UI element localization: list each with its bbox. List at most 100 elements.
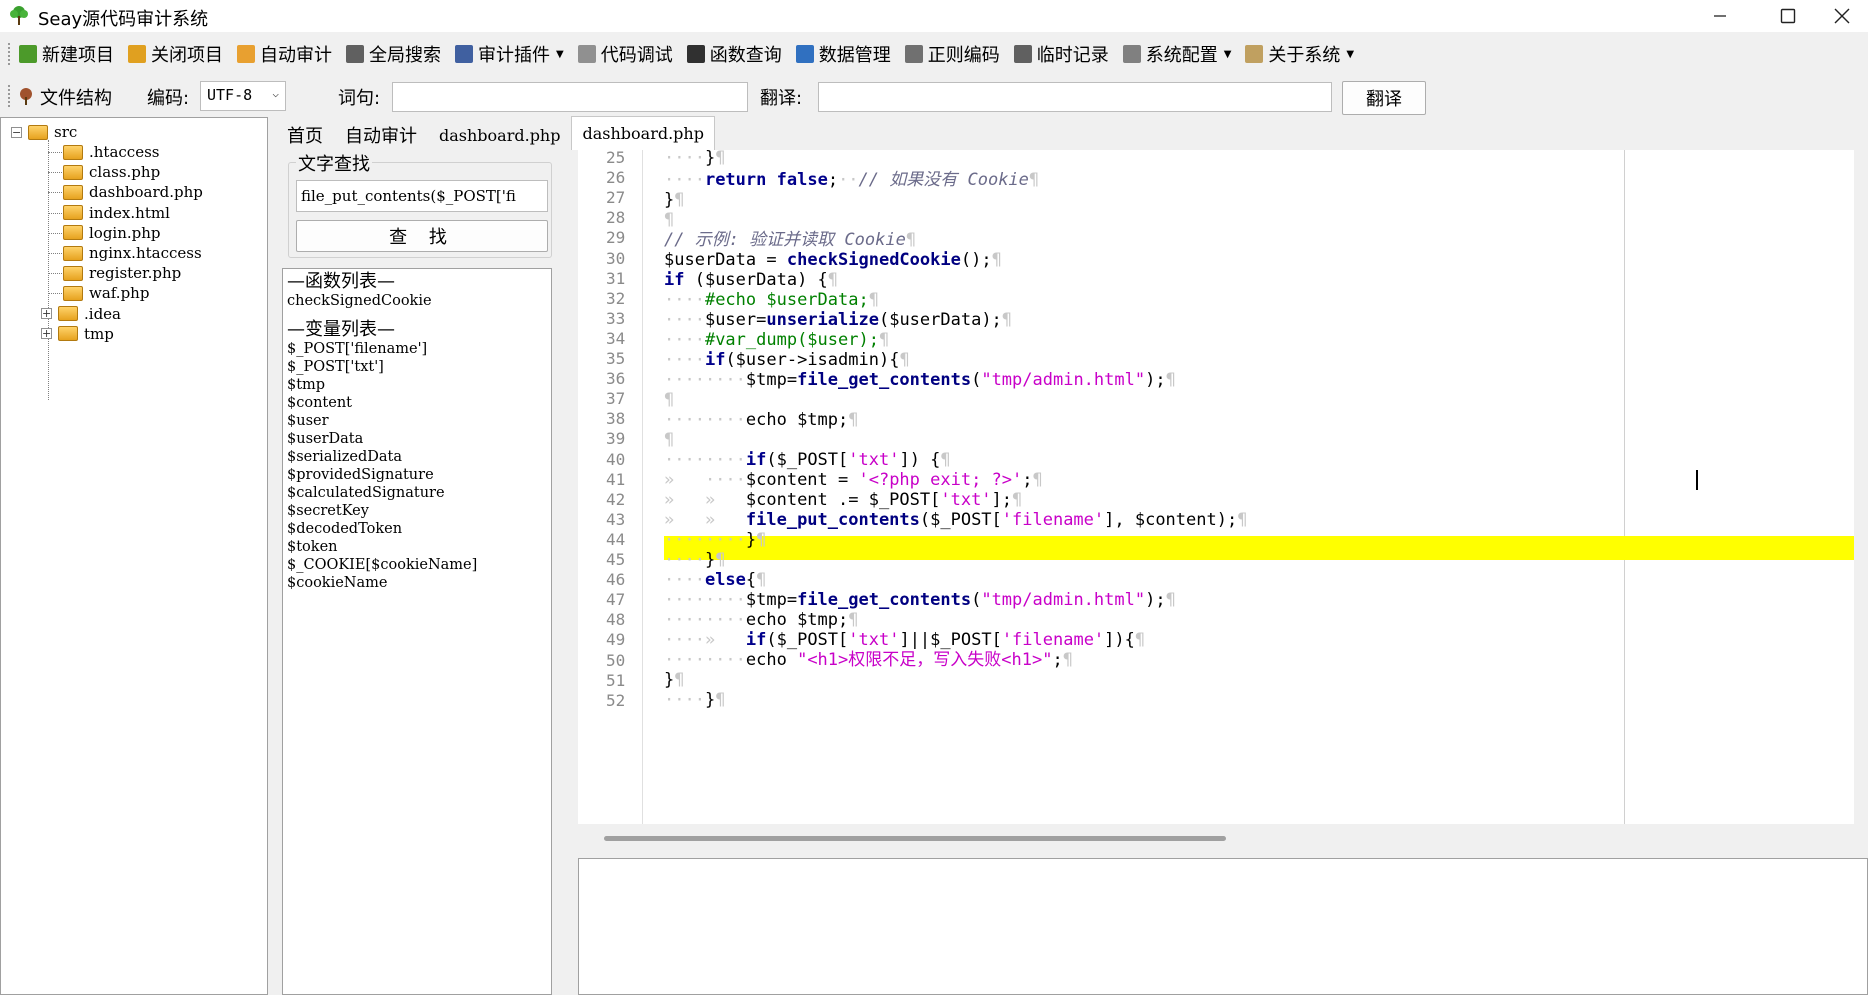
toolbar-button-7[interactable]: 数据管理 (795, 41, 891, 67)
symbol-list[interactable]: —函数列表— checkSignedCookie —变量列表— $_POST['… (282, 268, 552, 995)
folder-icon (63, 205, 83, 221)
variable-item[interactable]: $_POST['txt'] (287, 358, 547, 376)
dropdown-arrow-icon[interactable]: ▼ (1224, 49, 1232, 60)
line-number: 45 (606, 550, 626, 569)
toolbar-button-6[interactable]: 函数查询 (686, 41, 782, 67)
scrollbar-thumb[interactable] (604, 836, 1226, 841)
highlighted-line (664, 536, 1854, 560)
line-number: 51 (606, 670, 626, 690)
line-number: 36 (606, 369, 626, 389)
line-number: 39 (606, 429, 626, 449)
translate-button[interactable]: 翻译 (1342, 81, 1426, 115)
variable-item[interactable]: $serializedData (287, 448, 547, 466)
toolbar-button-8[interactable]: 正则编码 (904, 41, 1000, 67)
code-editor[interactable]: 25 26 27 28 29 30 31 32 33 34 35 36 37 38 39 40 41 42 43 44… (578, 150, 1854, 824)
variable-item[interactable]: $user (287, 412, 547, 430)
variable-item[interactable]: $token (287, 538, 547, 556)
secondary-toolbar: 文件结构 编码: UTF-8 ⌵ 词句: 翻译: 翻译 (0, 76, 1868, 116)
file-tree: − src .htaccess class.php dashboard.php ind… (0, 117, 268, 995)
horizontal-scrollbar[interactable] (578, 824, 1854, 854)
toolbar-button-3[interactable]: 全局搜索 (346, 41, 441, 67)
close-icon (1834, 8, 1850, 24)
expand-icon[interactable]: + (41, 308, 52, 320)
dropdown-arrow-icon[interactable]: ▼ (1346, 49, 1354, 60)
encoding-value: UTF-8 (207, 86, 253, 104)
expand-icon[interactable]: + (41, 328, 52, 340)
tab-0[interactable]: 首页 (276, 119, 334, 150)
toolbar-button-1[interactable]: 关闭项目 (128, 41, 223, 67)
tree-connector (48, 273, 62, 275)
output-panel[interactable] (578, 858, 1868, 995)
tree-connector (48, 192, 62, 194)
translate-label: 翻译: (760, 88, 803, 109)
translate-input[interactable] (818, 82, 1332, 112)
new-project-icon (19, 45, 37, 63)
close-window-button[interactable] (1816, 0, 1868, 32)
tree-node-label: class.php (89, 163, 161, 182)
variable-item[interactable]: $calculatedSignature (287, 484, 547, 502)
toolbar-button-0[interactable]: 新建项目 (19, 41, 114, 67)
tab-2[interactable]: dashboard.php (428, 119, 571, 150)
line-number: 26 (606, 168, 626, 188)
file-structure-label[interactable]: 文件结构 (40, 84, 112, 110)
toolbar-button-label: 系统配置 (1145, 45, 1218, 66)
tree-icon (20, 88, 32, 105)
code-string: "<h1>权限不足，写入失败<h1>" (797, 650, 1053, 670)
right-margin-guide (1624, 150, 1625, 824)
line-number: 50 (606, 650, 626, 670)
dropdown-arrow-icon[interactable]: ▼ (556, 49, 564, 60)
line-number: 38 (606, 409, 626, 429)
tab-3[interactable]: dashboard.php (571, 116, 715, 150)
line-number: 33 (606, 308, 626, 328)
toolbar-button-2[interactable]: 自动审计 (237, 41, 332, 67)
code-line: ····}¶ (664, 150, 726, 168)
code-line: ········echo $tmp;¶ (664, 410, 859, 430)
variable-item[interactable]: $providedSignature (287, 466, 547, 484)
main-toolbar: 新建项目 关闭项目 自动审计 全局搜索 审计插件 ▼ 代码调试 函数查询 数据管理 正则编码 临时记… (0, 36, 1868, 72)
tab-1[interactable]: 自动审计 (334, 119, 428, 150)
folder-icon (63, 144, 83, 160)
toolbar-grip[interactable] (8, 85, 13, 107)
maximize-button[interactable] (1758, 0, 1818, 32)
toolbar-button-9[interactable]: 临时记录 (1013, 41, 1109, 67)
function-item[interactable]: checkSignedCookie (287, 292, 547, 310)
variable-item[interactable]: $decodedToken (287, 520, 547, 538)
toolbar-button-5[interactable]: 代码调试 (577, 41, 673, 67)
auto-audit-icon (237, 45, 255, 63)
toolbar-button-4[interactable]: 审计插件 ▼ (455, 41, 564, 67)
search-input[interactable]: file_put_contents($_POST['fi (296, 180, 548, 212)
variable-item[interactable]: $_COOKIE[$cookieName] (287, 556, 547, 574)
variable-item[interactable]: $cookieName (287, 574, 547, 592)
toolbar-button-11[interactable]: 关于系统 ▼ (1245, 41, 1354, 67)
variable-item[interactable]: $tmp (287, 376, 547, 394)
tree-node-folder[interactable]: + tmp (41, 322, 114, 346)
tree-node-label: login.php (89, 223, 161, 242)
encoding-select[interactable]: UTF-8 ⌵ (200, 81, 286, 111)
variable-item[interactable]: $userData (287, 430, 547, 448)
toolbar-button-label: 关于系统 (1268, 45, 1341, 66)
word-input[interactable] (392, 82, 748, 112)
find-button[interactable]: 查 找 (296, 220, 548, 252)
line-number: 29 (606, 228, 626, 248)
text-search-panel: 文字查找 file_put_contents($_POST['fi 查 找 (282, 150, 554, 258)
line-number: 52 (606, 690, 626, 710)
line-number: 40 (606, 449, 626, 469)
plugin-icon (455, 45, 473, 63)
line-number: 34 (606, 328, 626, 348)
window-title: Seay源代码审计系统 (38, 9, 209, 30)
variable-item[interactable]: $_POST['filename'] (287, 340, 547, 358)
collapse-icon[interactable]: − (11, 126, 22, 138)
functions-header: —函数列表— (287, 271, 395, 292)
variable-item[interactable]: $secretKey (287, 502, 547, 520)
toolbar-button-label: 自动审计 (260, 45, 332, 66)
global-search-icon (346, 45, 364, 63)
minimize-button[interactable] (1690, 0, 1750, 32)
toolbar-button-10[interactable]: 系统配置 ▼ (1122, 41, 1232, 67)
text-cursor (1696, 470, 1698, 490)
variable-item[interactable]: $content (287, 394, 547, 412)
toolbar-button-label: 新建项目 (42, 45, 114, 66)
toolbar-grip[interactable] (8, 43, 13, 65)
word-label: 词句: (338, 88, 381, 109)
encoding-label: 编码: (147, 88, 190, 109)
line-number: 42 (606, 489, 626, 509)
